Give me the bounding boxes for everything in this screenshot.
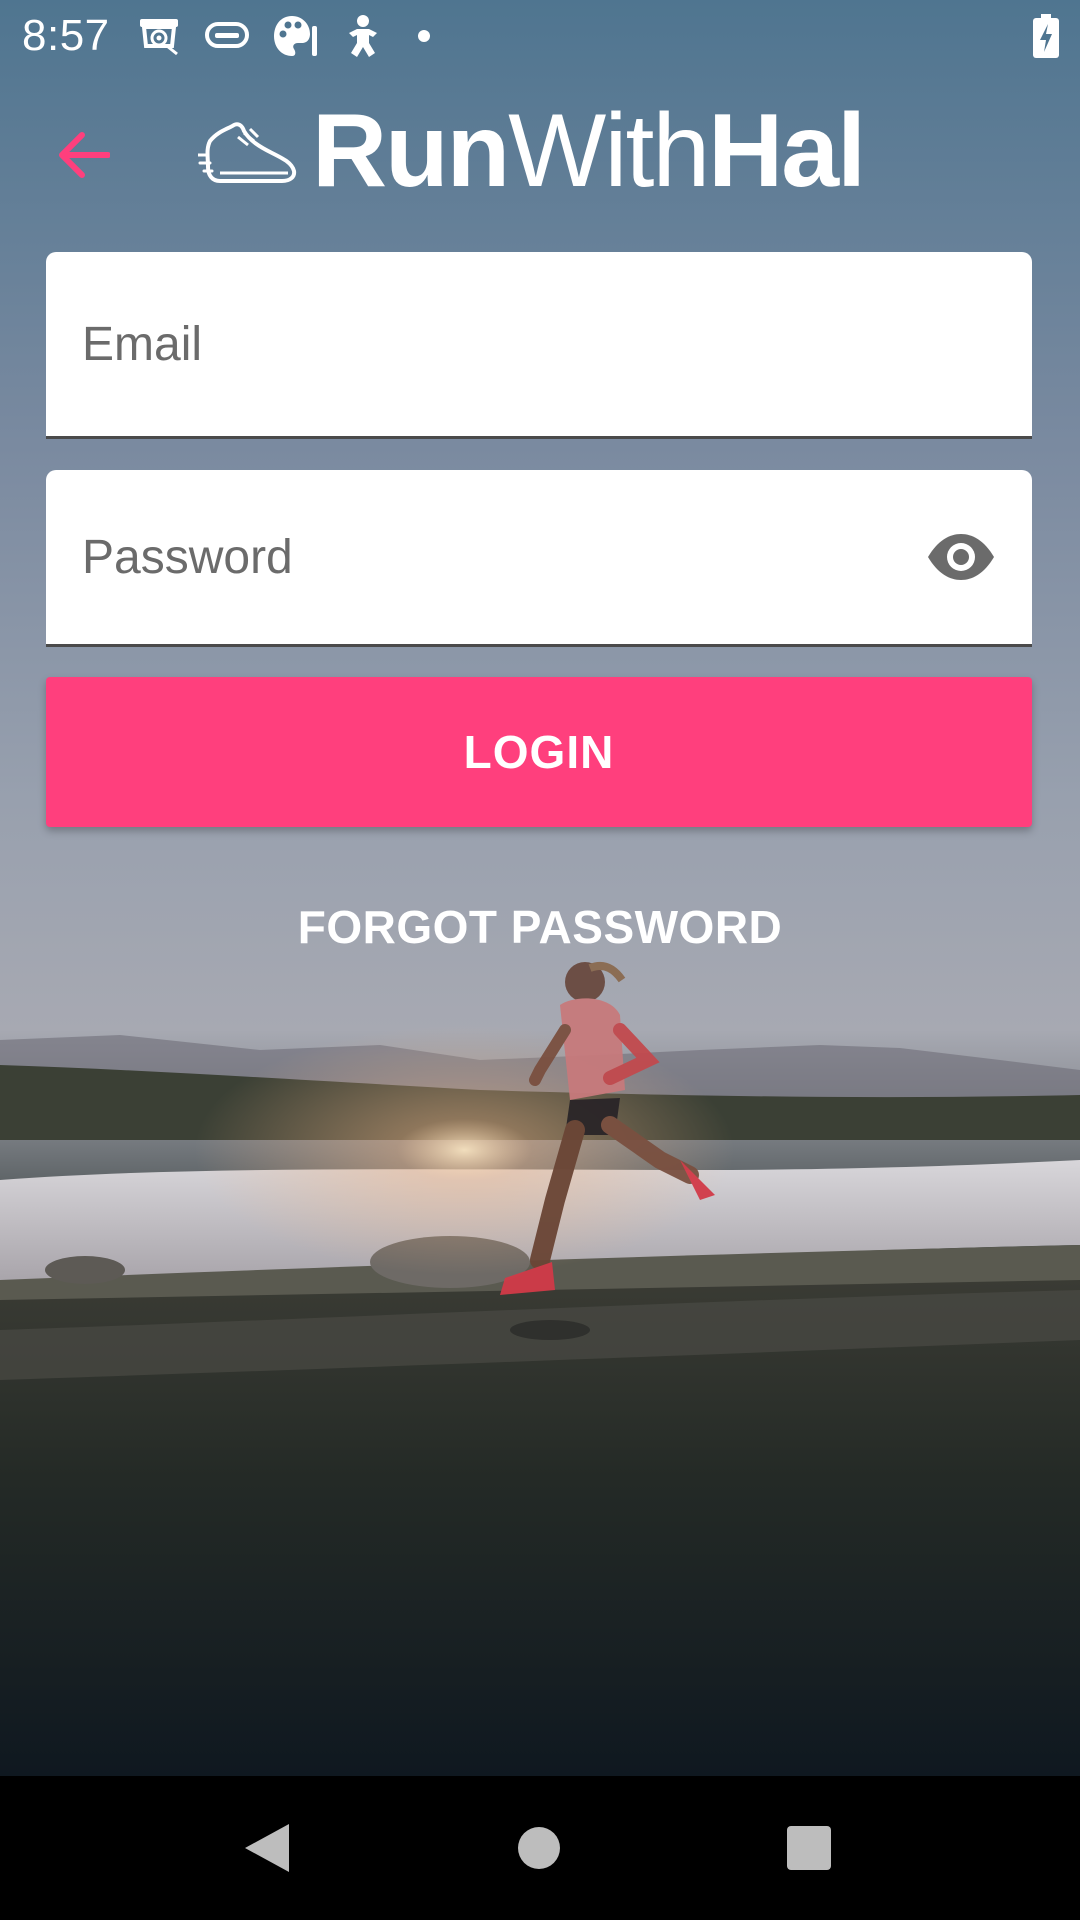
email-field[interactable] — [46, 252, 1032, 436]
login-button[interactable]: LOGIN — [46, 677, 1032, 827]
password-field-container — [46, 470, 1032, 647]
status-time: 8:57 — [22, 11, 110, 60]
running-shoe-icon — [198, 122, 297, 183]
arrow-left-icon — [59, 132, 110, 178]
eye-icon[interactable] — [926, 532, 996, 582]
app-title: RunWithHal — [312, 99, 866, 203]
brand-hal: Hal — [708, 93, 866, 209]
brand-run: Run — [312, 93, 510, 209]
triangle-back-icon[interactable] — [225, 1806, 309, 1890]
square-recents-icon[interactable] — [767, 1806, 851, 1890]
status-bar: 8:57 — [0, 0, 1080, 72]
forgot-password-link[interactable]: FORGOT PASSWORD — [0, 900, 1080, 954]
baby-icon — [340, 13, 386, 59]
status-icons — [136, 13, 430, 59]
battery-charging-icon — [1032, 14, 1060, 58]
brand-with: With — [508, 93, 710, 209]
palette-icon — [272, 13, 318, 59]
notification-dot-icon — [417, 30, 430, 42]
game-controller-icon — [204, 13, 250, 59]
navigation-bar — [0, 1776, 1080, 1920]
camera-icon — [136, 13, 182, 59]
email-field-container — [46, 252, 1032, 439]
password-field[interactable] — [46, 470, 1032, 644]
brand-logo: RunWithHal — [198, 96, 866, 206]
circle-home-icon[interactable] — [497, 1806, 581, 1890]
back-button[interactable] — [50, 122, 116, 188]
